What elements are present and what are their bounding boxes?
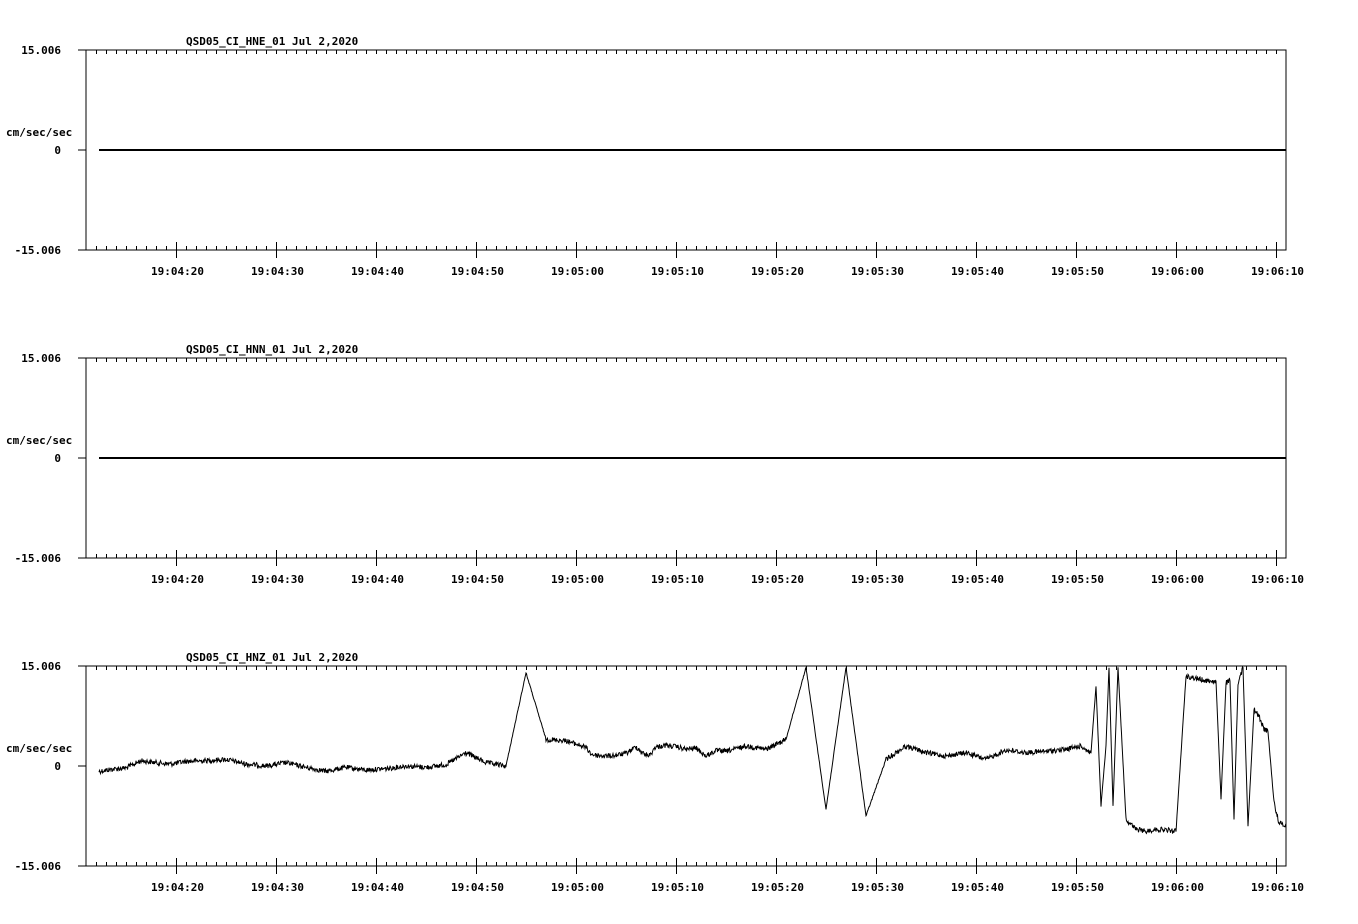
x-tick-label: 19:05:10 bbox=[651, 573, 704, 586]
x-tick-label: 19:05:30 bbox=[851, 265, 904, 278]
x-tick-label: 19:05:40 bbox=[951, 881, 1004, 894]
x-tick-label: 19:05:00 bbox=[551, 265, 604, 278]
y-tick-label-top: 15.006 bbox=[21, 660, 61, 673]
x-tick-label: 19:05:20 bbox=[751, 265, 804, 278]
panel-title: QSD05_CI_HNZ_01 Jul 2,2020 bbox=[186, 651, 358, 664]
x-tick-label: 19:04:50 bbox=[451, 881, 504, 894]
panel-title: QSD05_CI_HNE_01 Jul 2,2020 bbox=[186, 35, 358, 48]
y-tick-label-zero: 0 bbox=[54, 760, 61, 773]
x-tick-label: 19:04:30 bbox=[251, 265, 304, 278]
panel-title: QSD05_CI_HNN_01 Jul 2,2020 bbox=[186, 343, 358, 356]
x-tick-label: 19:04:40 bbox=[351, 573, 404, 586]
panel-hne: QSD05_CI_HNE_01 Jul 2,2020 cm/sec/sec 15… bbox=[6, 35, 1304, 278]
x-tick-label: 19:05:20 bbox=[751, 881, 804, 894]
x-tick-label: 19:06:10 bbox=[1251, 881, 1304, 894]
x-tick-label: 19:05:00 bbox=[551, 881, 604, 894]
panel-hnn: QSD05_CI_HNN_01 Jul 2,2020 cm/sec/sec 15… bbox=[6, 343, 1304, 586]
x-tick-label: 19:05:30 bbox=[851, 573, 904, 586]
x-tick-label: 19:04:30 bbox=[251, 881, 304, 894]
x-tick-label: 19:06:00 bbox=[1151, 881, 1204, 894]
x-tick-label: 19:05:50 bbox=[1051, 573, 1104, 586]
acceleration-trace bbox=[98, 665, 1287, 835]
x-tick-label: 19:05:10 bbox=[651, 265, 704, 278]
x-tick-label: 19:05:20 bbox=[751, 573, 804, 586]
panel-hnz: QSD05_CI_HNZ_01 Jul 2,2020 cm/sec/sec 15… bbox=[6, 651, 1304, 894]
y-axis-label: cm/sec/sec bbox=[6, 126, 72, 139]
x-tick-label: 19:06:10 bbox=[1251, 265, 1304, 278]
x-tick-label: 19:05:50 bbox=[1051, 265, 1104, 278]
x-tick-label: 19:06:00 bbox=[1151, 573, 1204, 586]
x-tick-label: 19:05:50 bbox=[1051, 881, 1104, 894]
y-tick-label-top: 15.006 bbox=[21, 352, 61, 365]
x-tick-label: 19:06:10 bbox=[1251, 573, 1304, 586]
x-tick-label: 19:05:30 bbox=[851, 881, 904, 894]
y-tick-label-bottom: -15.006 bbox=[15, 860, 62, 873]
y-tick-label-bottom: -15.006 bbox=[15, 244, 62, 257]
x-tick-label: 19:04:40 bbox=[351, 265, 404, 278]
y-tick-label-zero: 0 bbox=[54, 144, 61, 157]
y-axis-label: cm/sec/sec bbox=[6, 434, 72, 447]
x-tick-label: 19:04:50 bbox=[451, 573, 504, 586]
x-tick-label: 19:05:10 bbox=[651, 881, 704, 894]
y-tick-label-top: 15.006 bbox=[21, 44, 61, 57]
y-tick-label-zero: 0 bbox=[54, 452, 61, 465]
x-tick-label: 19:04:20 bbox=[151, 265, 204, 278]
x-tick-label: 19:04:20 bbox=[151, 881, 204, 894]
x-tick-label: 19:04:20 bbox=[151, 573, 204, 586]
x-tick-label: 19:05:00 bbox=[551, 573, 604, 586]
y-axis-label: cm/sec/sec bbox=[6, 742, 72, 755]
x-tick-label: 19:04:30 bbox=[251, 573, 304, 586]
y-tick-label-bottom: -15.006 bbox=[15, 552, 62, 565]
x-tick-label: 19:04:40 bbox=[351, 881, 404, 894]
x-tick-label: 19:04:50 bbox=[451, 265, 504, 278]
x-tick-label: 19:05:40 bbox=[951, 265, 1004, 278]
seismogram-figure: QSD05_CI_HNE_01 Jul 2,2020 cm/sec/sec 15… bbox=[6, 35, 1304, 894]
x-tick-label: 19:06:00 bbox=[1151, 265, 1204, 278]
x-tick-label: 19:05:40 bbox=[951, 573, 1004, 586]
